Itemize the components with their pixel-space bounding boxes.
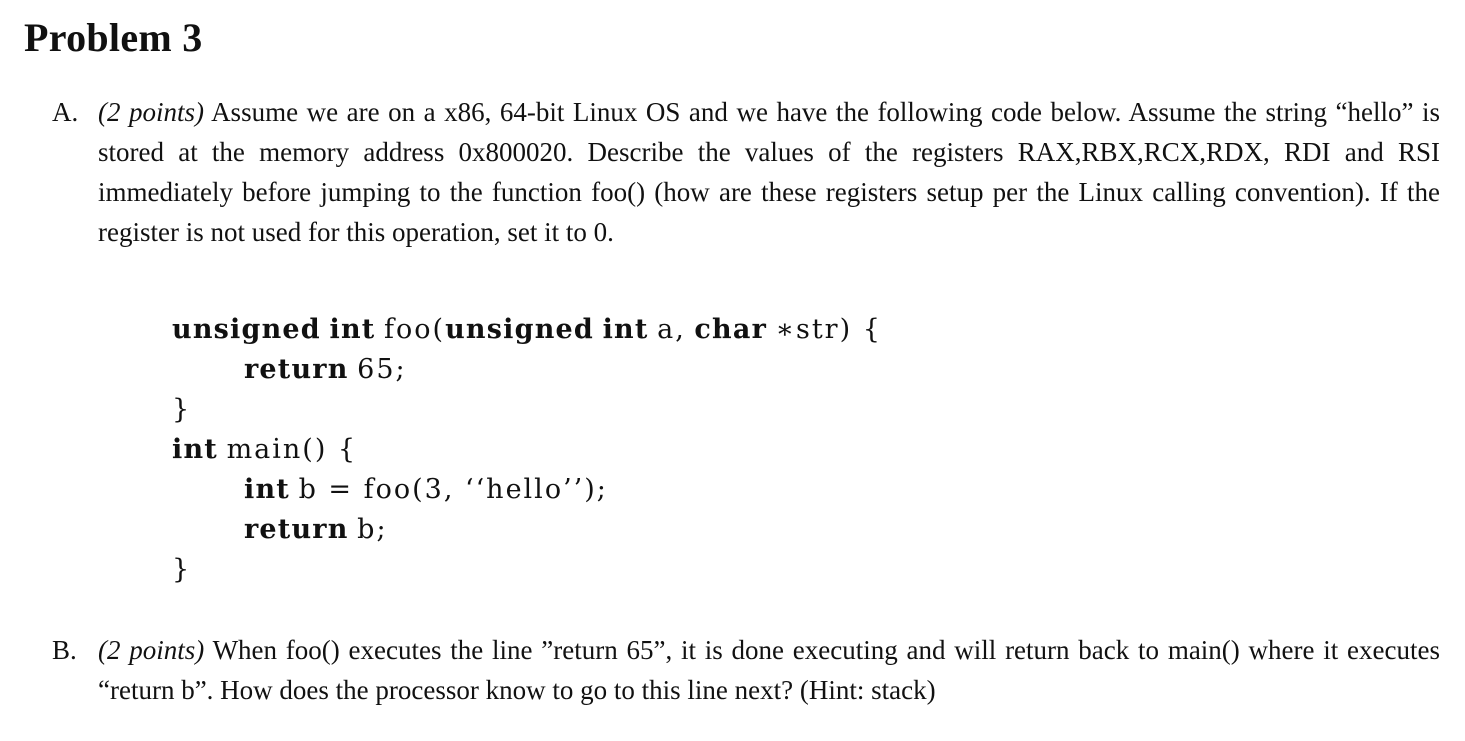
code-listing: unsigned int foo(unsigned int a, char ∗s… — [172, 310, 882, 590]
part-b-text-block: (2 points) When foo() executes the line … — [98, 630, 1440, 710]
code-line-2: return 65; — [244, 354, 407, 385]
part-a-text: Assume we are on a x86, 64-bit Linux OS … — [98, 97, 1441, 247]
part-b-text: When foo() executes the line ”return 65”… — [98, 635, 1440, 705]
code-line-6: return b; — [244, 514, 388, 545]
problem-title: Problem 3 — [24, 15, 203, 60]
code-line-7: } — [172, 554, 190, 585]
part-b-points: (2 points) — [98, 635, 205, 665]
code-line-4: int main() { — [172, 434, 358, 465]
part-a-text-block: (2 points) Assume we are on a x86, 64-bi… — [98, 92, 1440, 252]
part-a-points: (2 points) — [98, 97, 205, 127]
code-line-3: } — [172, 394, 190, 425]
code-line-1: unsigned int foo(unsigned int a, char ∗s… — [172, 314, 882, 345]
part-a: A. (2 points) Assume we are on a x86, 64… — [52, 92, 1440, 252]
part-a-label: A. — [52, 97, 79, 127]
code-line-5: int b = foo(3, ‘‘hello’’); — [244, 474, 608, 505]
part-b: B. (2 points) When foo() executes the li… — [52, 630, 1440, 710]
part-b-label: B. — [52, 635, 77, 665]
